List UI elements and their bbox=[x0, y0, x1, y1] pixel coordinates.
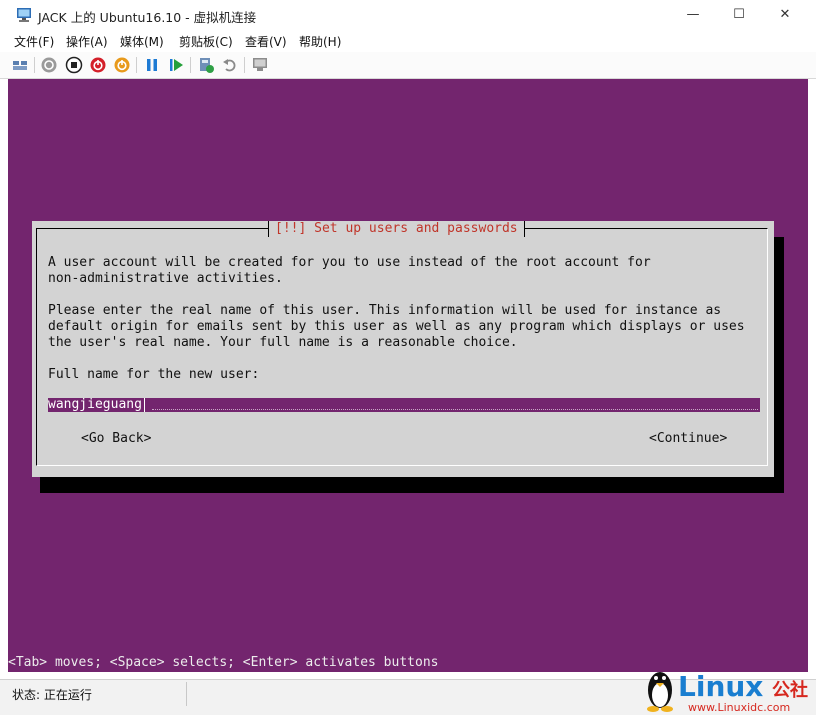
save-icon[interactable] bbox=[113, 56, 131, 74]
full-name-label: Full name for the new user: bbox=[48, 367, 260, 382]
start-icon[interactable] bbox=[40, 56, 58, 74]
menu-action[interactable]: 操作(A) bbox=[66, 33, 108, 50]
full-name-input[interactable]: wangjieguang bbox=[48, 398, 760, 412]
window-title-bar: JACK 上的 Ubuntu16.10 - 虚拟机连接 — ☐ ✕ bbox=[0, 0, 816, 30]
continue-button[interactable]: <Continue> bbox=[649, 431, 727, 447]
close-icon: ✕ bbox=[779, 7, 791, 22]
svg-text:www.Linuxidc.com: www.Linuxidc.com bbox=[688, 701, 790, 714]
menu-bar: 文件(F) 操作(A) 媒体(M) 剪贴板(C) 查看(V) 帮助(H) bbox=[0, 30, 816, 52]
description-line: default origin for emails sent by this u… bbox=[48, 319, 745, 334]
vm-screen[interactable]: [!!] Set up users and passwords A user a… bbox=[8, 79, 808, 672]
menu-file[interactable]: 文件(F) bbox=[14, 33, 54, 50]
linux-community-watermark-logo: Linux 公社 www.Linuxidc.com bbox=[647, 670, 808, 714]
menu-help[interactable]: 帮助(H) bbox=[299, 33, 341, 50]
shutdown-icon[interactable] bbox=[89, 56, 107, 74]
enhanced-session-icon[interactable] bbox=[251, 56, 269, 74]
description-line: non-administrative activities. bbox=[48, 271, 283, 286]
keyboard-help: <Tab> moves; <Space> selects; <Enter> ac… bbox=[8, 655, 439, 670]
resume-icon[interactable] bbox=[167, 56, 185, 74]
installer-dialog: [!!] Set up users and passwords A user a… bbox=[32, 221, 774, 477]
toolbar-separator bbox=[244, 57, 245, 73]
checkpoint-icon[interactable] bbox=[197, 56, 215, 74]
revert-icon[interactable] bbox=[221, 56, 239, 74]
minimize-icon: — bbox=[686, 7, 700, 22]
toolbar-separator bbox=[34, 57, 35, 73]
maximize-button[interactable]: ☐ bbox=[716, 0, 762, 30]
toolbar-separator bbox=[136, 57, 137, 73]
dialog-title: [!!] Set up users and passwords bbox=[268, 221, 525, 237]
go-back-button[interactable]: <Go Back> bbox=[81, 431, 151, 447]
menu-media[interactable]: 媒体(M) bbox=[120, 33, 164, 50]
full-name-value: wangjieguang bbox=[48, 398, 145, 412]
toolbar-separator bbox=[190, 57, 191, 73]
toolbar bbox=[0, 52, 816, 79]
description-line: A user account will be created for you t… bbox=[48, 255, 651, 270]
virtual-machine-connection-icon bbox=[17, 8, 31, 22]
input-fill-dots bbox=[152, 409, 758, 410]
menu-view[interactable]: 查看(V) bbox=[245, 33, 287, 50]
status-text: 状态: 正在运行 bbox=[12, 688, 92, 702]
window-title: JACK 上的 Ubuntu16.10 - 虚拟机连接 bbox=[38, 10, 257, 25]
status-separator bbox=[186, 682, 187, 706]
ctrl-alt-del-icon[interactable] bbox=[11, 56, 29, 74]
turn-off-icon[interactable] bbox=[65, 56, 83, 74]
close-button[interactable]: ✕ bbox=[762, 0, 808, 30]
menu-clipboard[interactable]: 剪贴板(C) bbox=[179, 33, 233, 50]
description-line: Please enter the real name of this user.… bbox=[48, 303, 722, 318]
maximize-icon: ☐ bbox=[733, 7, 745, 22]
minimize-button[interactable]: — bbox=[670, 0, 716, 30]
description-line: the user's real name. Your full name is … bbox=[48, 335, 518, 350]
svg-text:公社: 公社 bbox=[772, 679, 808, 701]
svg-text:Linux: Linux bbox=[678, 670, 763, 703]
pause-icon[interactable] bbox=[143, 56, 161, 74]
